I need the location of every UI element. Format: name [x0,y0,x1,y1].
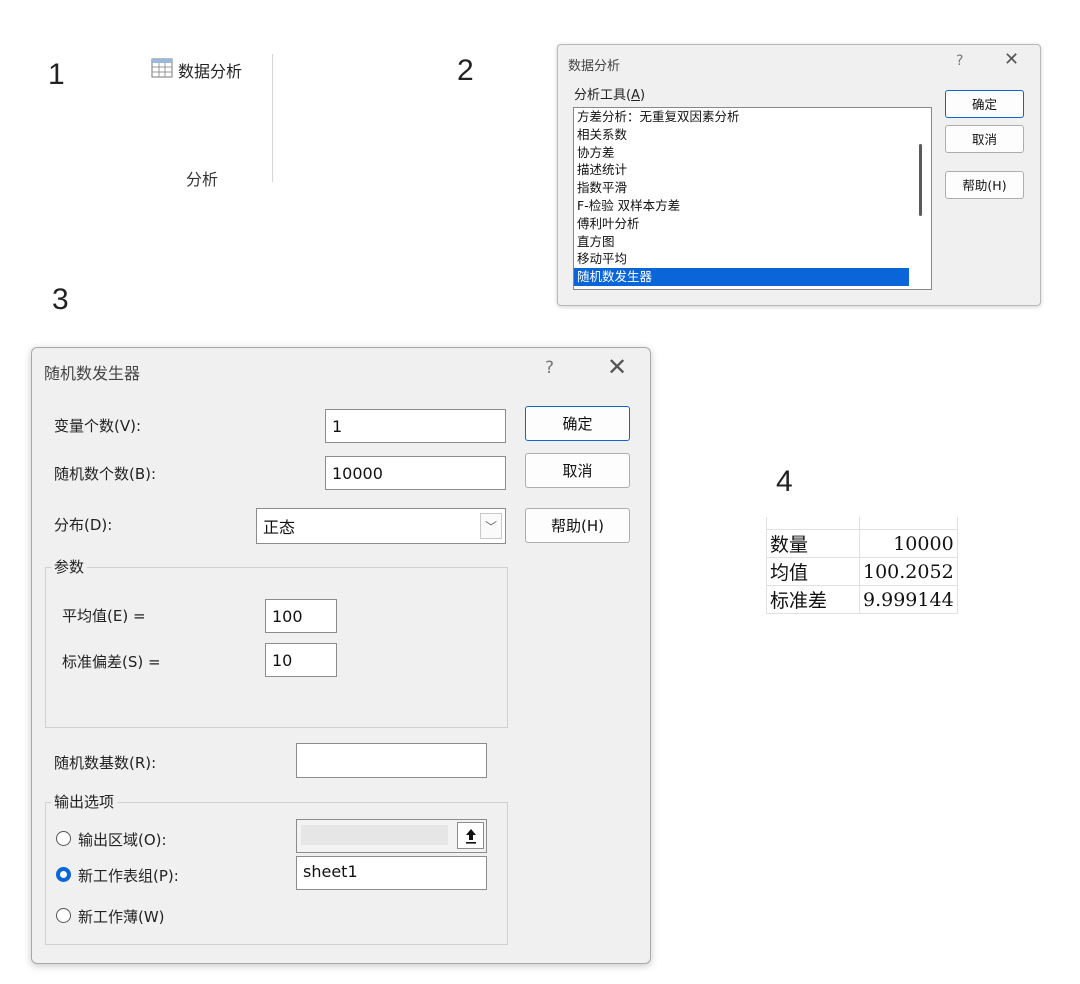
close-icon[interactable]: ✕ [607,353,627,381]
variables-count-label: 变量个数(V): [54,417,142,435]
help-button[interactable]: 帮助(H) [945,171,1024,199]
distribution-select[interactable]: 正态 ﹀ [256,508,506,544]
ribbon-group-label: 分析 [186,170,219,189]
result-value: 100.2052 [859,557,958,586]
random-seed-label: 随机数基数(R): [54,754,157,772]
list-item[interactable]: 傅利叶分析 [574,215,910,233]
cancel-button[interactable]: 取消 [525,453,630,488]
list-item[interactable]: F-检验 双样本方差 [574,197,910,215]
list-item[interactable]: 直方图 [574,233,910,251]
result-value: 9.999144 [859,585,958,614]
analysis-tools-list[interactable]: 方差分析：无重复双因素分析 相关系数 协方差 描述统计 指数平滑 F-检验 双样… [573,107,932,290]
dialog-title: 随机数发生器 [44,364,141,383]
output-options-group-title: 输出选项 [51,791,118,812]
cancel-button[interactable]: 取消 [945,125,1024,153]
output-range-input[interactable] [296,819,487,853]
upload-arrow-icon[interactable] [457,822,484,849]
data-analysis-label: 数据分析 [178,62,243,81]
scrollbar-thumb[interactable] [919,144,922,216]
random-count-label: 随机数个数(B): [54,465,157,483]
list-item[interactable]: 移动平均 [574,250,910,268]
result-value: 10000 [859,529,958,558]
result-table: 数量 10000 均值 100.2052 标准差 9.999144 [766,517,958,614]
analysis-tools-label: 分析工具(A) [574,88,646,103]
stddev-label: 标准偏差(S) = [62,653,161,671]
data-analysis-dialog: 数据分析 ? ✕ 分析工具(A) 方差分析：无重复双因素分析 相关系数 协方差 … [557,44,1041,306]
variables-count-input[interactable]: 1 [325,409,506,443]
new-sheet-label: 新工作表组(P): [78,867,179,885]
list-item[interactable]: 相关系数 [574,126,910,144]
dialog-title: 数据分析 [568,59,621,74]
help-icon[interactable]: ? [956,53,963,69]
mean-input[interactable]: 100 [265,599,337,633]
output-range-label: 输出区域(O): [78,831,167,849]
random-seed-input[interactable] [296,743,487,778]
step-number-4: 4 [776,465,793,498]
ok-button[interactable]: 确定 [525,406,630,441]
result-label: 标准差 [766,585,860,614]
help-button[interactable]: 帮助(H) [525,508,630,543]
data-analysis-ribbon-button[interactable]: 数据分析 [151,58,242,82]
list-item[interactable]: 协方差 [574,144,910,162]
table-row: 数量 10000 [766,529,958,558]
list-item[interactable]: 描述统计 [574,161,910,179]
list-item-selected[interactable]: 随机数发生器 [574,268,910,286]
chevron-down-icon[interactable]: ﹀ [480,513,502,539]
ribbon-group-divider [272,54,273,182]
list-item[interactable]: 指数平滑 [574,179,910,197]
ok-button[interactable]: 确定 [945,90,1024,118]
output-range-radio[interactable] [56,831,71,846]
step-number-3: 3 [52,283,69,316]
list-item[interactable]: 方差分析：无重复双因素分析 [574,108,910,126]
output-range-inner [301,825,448,845]
data-analysis-icon [151,58,173,82]
close-icon[interactable]: ✕ [1004,49,1019,70]
stddev-input[interactable]: 10 [265,643,337,677]
parameters-group-title: 参数 [51,556,88,577]
table-cell [766,517,860,530]
table-row: 标准差 9.999144 [766,585,958,614]
mean-label: 平均值(E) = [62,607,146,625]
list-scrollbar[interactable] [909,108,931,289]
table-row: 均值 100.2052 [766,557,958,586]
distribution-value: 正态 [263,518,296,537]
step-number-1: 1 [48,58,65,91]
table-cell [859,517,958,530]
new-sheet-radio[interactable] [56,867,71,882]
help-icon[interactable]: ? [545,358,554,378]
random-count-input[interactable]: 10000 [325,456,506,490]
new-sheet-input[interactable]: sheet1 [296,856,487,890]
new-workbook-label: 新工作薄(W) [78,908,165,926]
accelerator-key: A [631,88,640,103]
distribution-label: 分布(D): [54,516,113,534]
step-number-2: 2 [457,54,474,87]
result-label: 数量 [766,529,860,558]
new-workbook-radio[interactable] [56,908,71,923]
result-label: 均值 [766,557,860,586]
random-number-generator-dialog: 随机数发生器 ? ✕ 变量个数(V): 1 随机数个数(B): 10000 分布… [31,347,651,964]
